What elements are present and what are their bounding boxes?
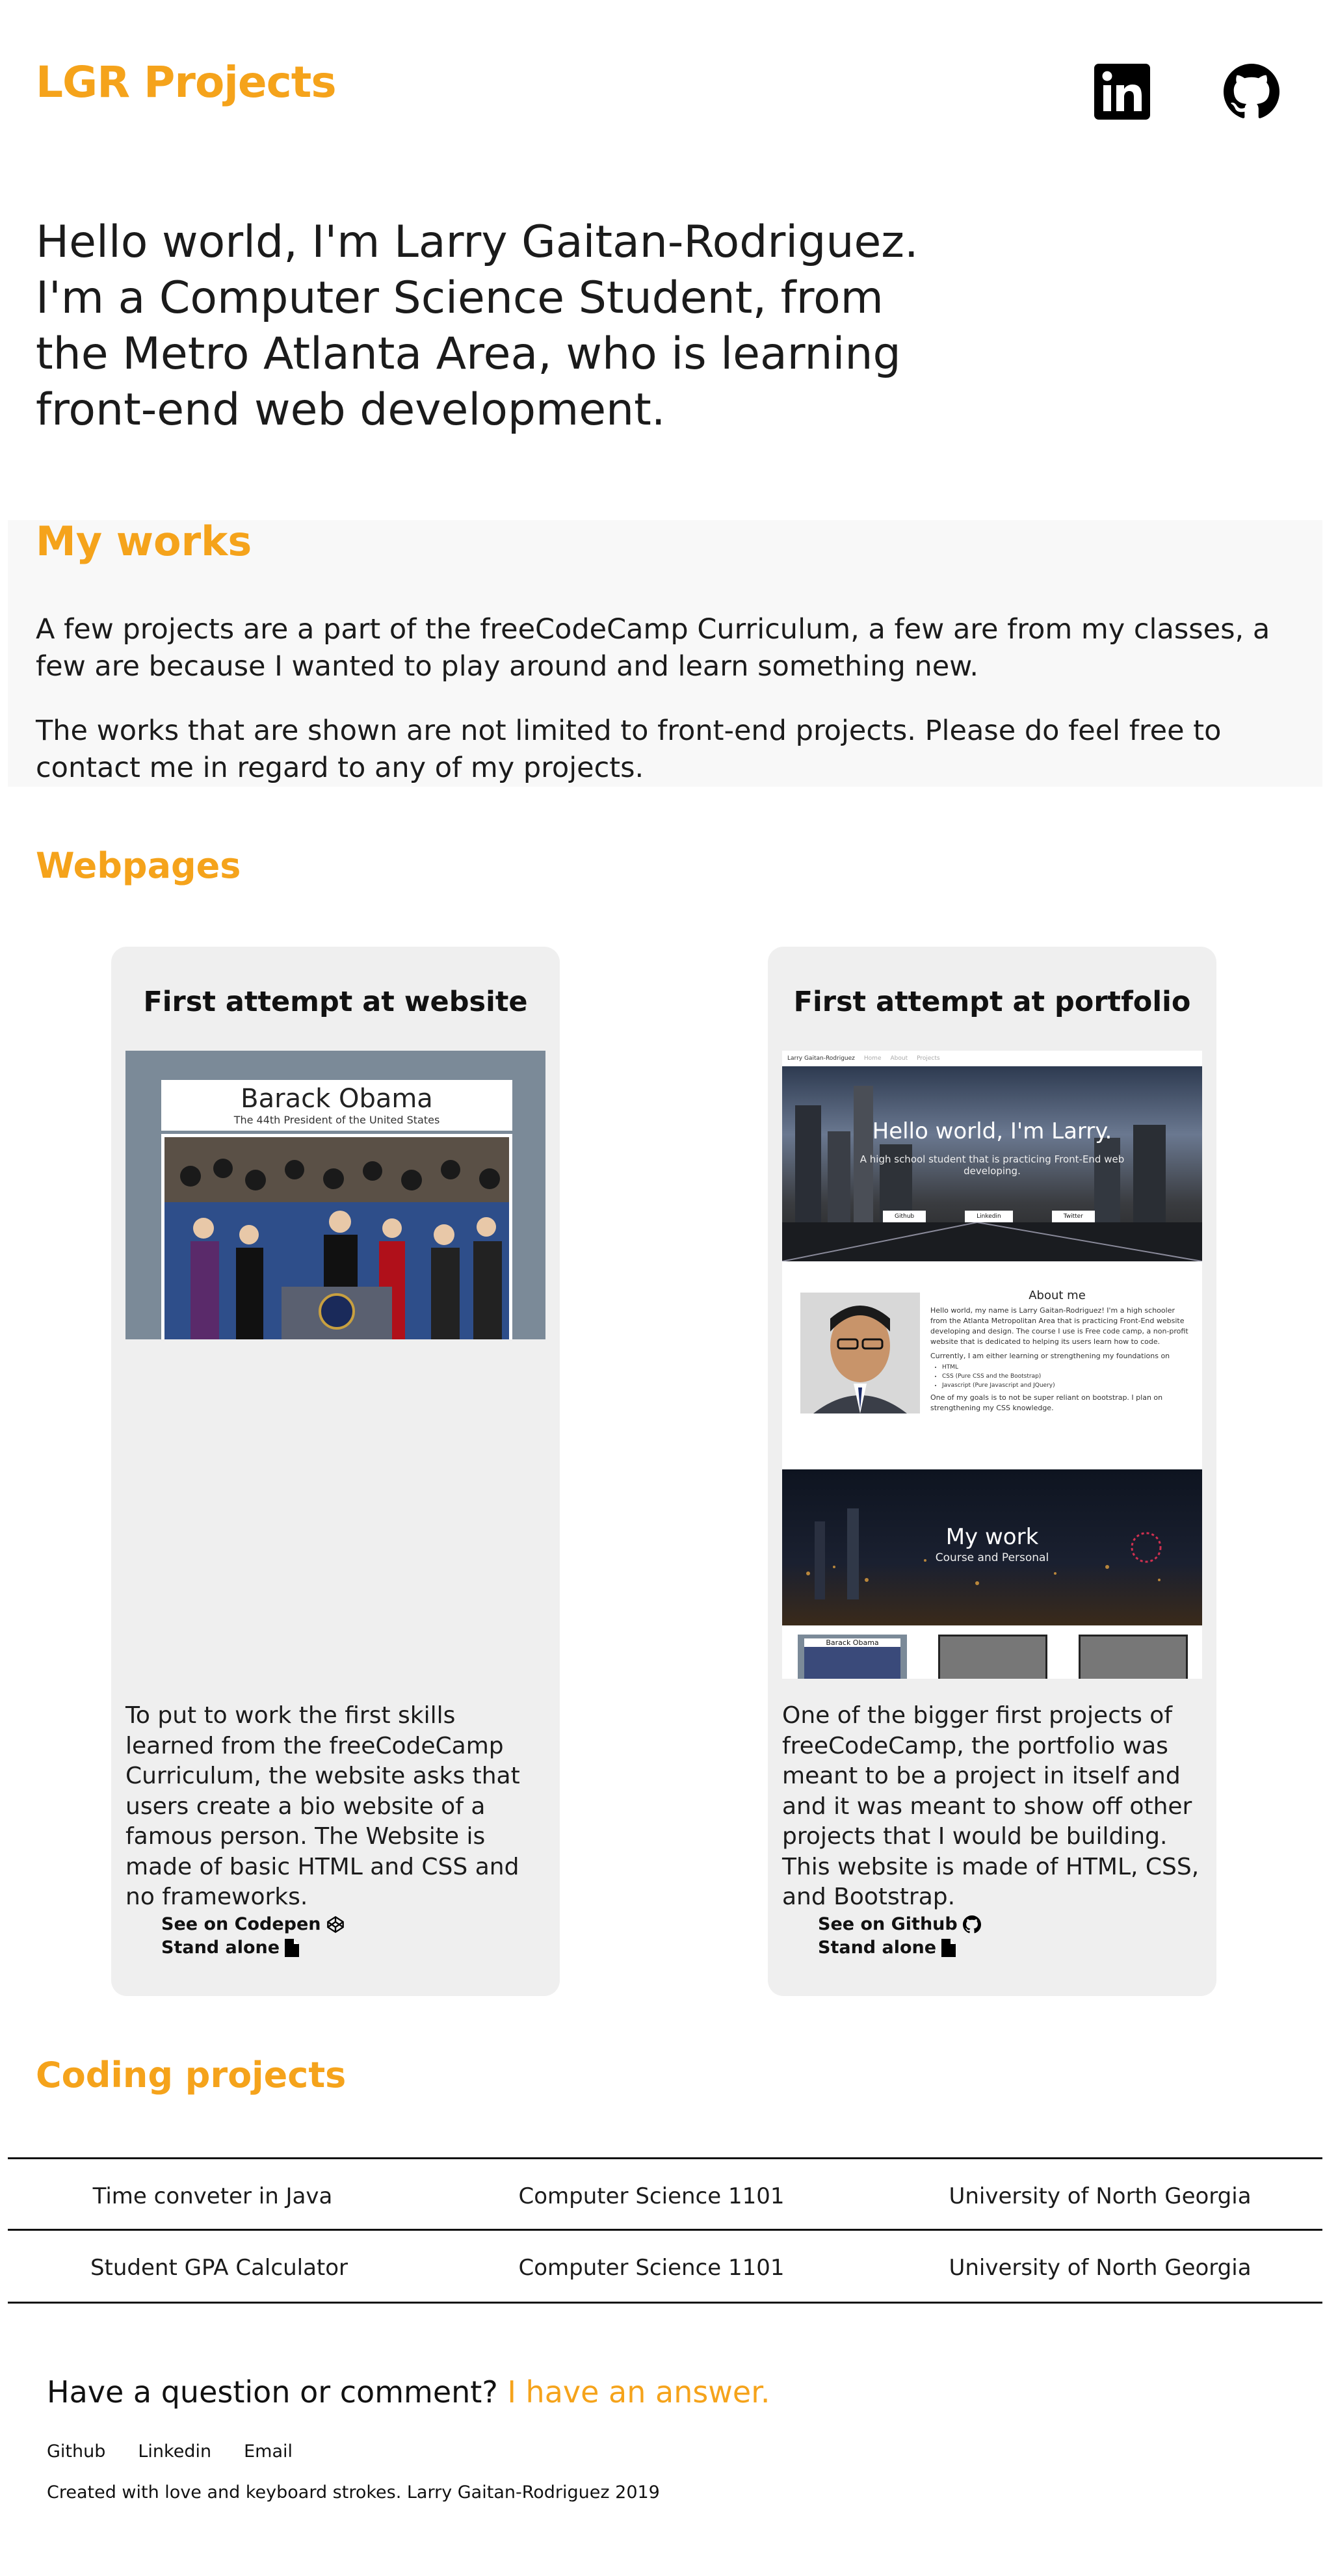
intro-text: Hello world, I'm Larry Gaitan-Rodriguez.… (36, 217, 919, 436)
project-school: University of North Georgia (949, 2183, 1252, 2209)
preview-about: About me Hello world, my name is Larry G… (782, 1261, 1202, 1469)
website-preview-image[interactable]: Barack Obama The 44th President of the U… (125, 1051, 545, 1339)
preview-work-banner: My work Course and Personal (782, 1469, 1202, 1625)
footer-email-link[interactable]: Email (244, 2441, 293, 2462)
preview-about-p3: One of my goals is to not be super relia… (930, 1393, 1163, 1412)
preview-hero-sub: A high school student that is practicing… (859, 1153, 1125, 1177)
card-description: One of the bigger first projects of free… (782, 1702, 1200, 1910)
webpages-title: Webpages (36, 845, 241, 886)
project-course: Computer Science 1101 (518, 2255, 785, 2281)
card-title: First attempt at website (143, 986, 528, 1018)
preview-thumb-label: Barack Obama (804, 1638, 900, 1647)
footer-linkedin-link[interactable]: Linkedin (138, 2441, 211, 2462)
works-paragraph-2: The works that are shown are not limited… (36, 715, 1222, 784)
project-name: Student GPA Calculator (90, 2255, 348, 2281)
project-school: University of North Georgia (949, 2255, 1252, 2281)
preview-twitter-button: Twitter (1051, 1211, 1095, 1222)
portfolio-preview-image[interactable]: Larry Gaitan-Rodriguez Home About Projec… (782, 1051, 1202, 1679)
preview-avatar (800, 1293, 920, 1413)
preview-nav-brand: Larry Gaitan-Rodriguez (787, 1055, 855, 1062)
file-icon (941, 1939, 956, 1957)
table-divider (8, 2157, 1322, 2159)
preview-heading: Barack Obama (241, 1084, 433, 1114)
table-row: Student GPA Calculator Computer Science … (8, 2231, 1322, 2300)
footer-question: Have a question or comment? I have an an… (47, 2374, 770, 2410)
contact-link[interactable]: I have an answer. (507, 2374, 770, 2410)
preview-about-p2: Currently, I am either learning or stren… (930, 1352, 1170, 1360)
works-title: My works (36, 518, 252, 565)
project-card-website: First attempt at website Barack Obama Th… (111, 947, 560, 1996)
site-brand[interactable]: LGR Projects (36, 57, 337, 107)
project-card-portfolio: First attempt at portfolio Larry Gaitan-… (768, 947, 1216, 1996)
preview-work-title: My work (945, 1524, 1039, 1550)
preview-thumbnails: Barack Obama (782, 1625, 1202, 1679)
works-section: My works A few projects are a part of th… (8, 518, 1322, 787)
codepen-icon (326, 1915, 344, 1934)
table-divider (8, 2229, 1322, 2231)
file-icon (285, 1939, 300, 1957)
works-paragraph-1: A few projects are a part of the freeCod… (36, 613, 1270, 683)
card-title: First attempt at portfolio (793, 986, 1191, 1018)
preview-about-p1: Hello world, my name is Larry Gaitan-Rod… (930, 1306, 1188, 1346)
footer-github-link[interactable]: Github (47, 2441, 105, 2462)
preview-work-sub: Course and Personal (935, 1551, 1049, 1564)
github-icon (962, 1915, 981, 1934)
preview-hero: Hello world, I'm Larry. A high school st… (782, 1066, 1202, 1261)
project-course: Computer Science 1101 (518, 2183, 785, 2209)
preview-linkedin-button: Linkedin (965, 1211, 1013, 1222)
github-icon[interactable] (1224, 64, 1279, 120)
linkedin-icon[interactable] (1094, 64, 1150, 120)
standalone-link[interactable]: Stand alone (818, 1936, 981, 1960)
standalone-link[interactable]: Stand alone (161, 1936, 345, 1960)
project-name: Time conveter in Java (92, 2183, 333, 2209)
github-link[interactable]: See on Github (818, 1913, 981, 1936)
footer-links: Github Linkedin Email (47, 2441, 293, 2462)
preview-nav: Larry Gaitan-Rodriguez Home About Projec… (782, 1051, 1202, 1066)
preview-hero-title: Hello world, I'm Larry. (872, 1118, 1112, 1144)
card-description: To put to work the first skills learned … (125, 1702, 520, 1910)
table-divider (8, 2302, 1322, 2304)
coding-title: Coding projects (36, 2055, 347, 2096)
codepen-link[interactable]: See on Codepen (161, 1913, 345, 1936)
preview-github-button: Github (883, 1211, 926, 1222)
footer-credit: Created with love and keyboard strokes. … (47, 2482, 660, 2503)
table-row: Time conveter in Java Computer Science 1… (8, 2160, 1322, 2229)
preview-inauguration-photo (161, 1134, 512, 1339)
preview-subheading: The 44th President of the United States (233, 1114, 440, 1126)
